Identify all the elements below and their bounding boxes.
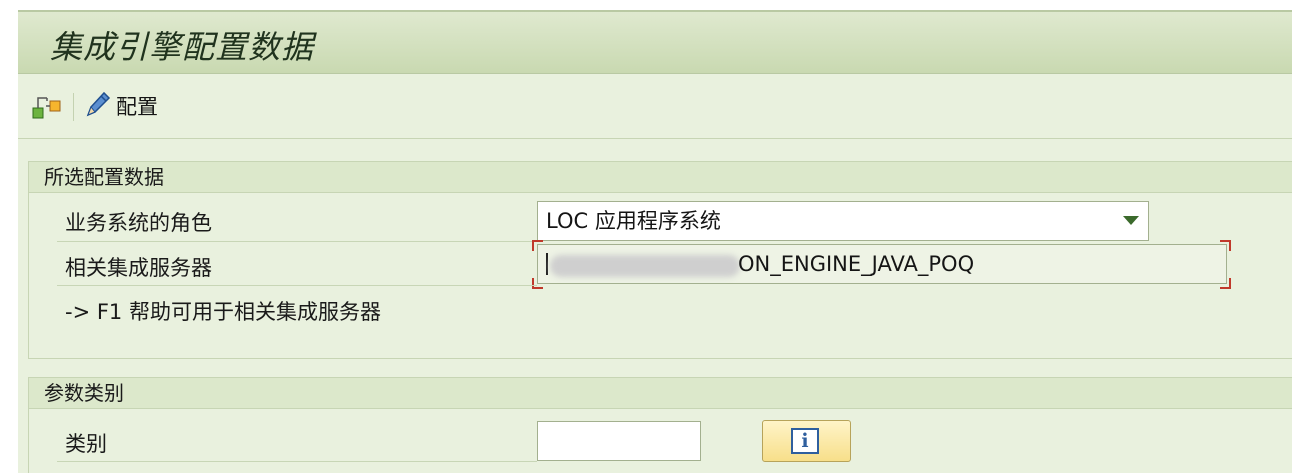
config-button[interactable]: 配置	[84, 90, 158, 122]
app-window: 集成引擎配置数据 配置 所选配置数据 业务系统的角色 LOC 应用程序系统 相关…	[18, 10, 1292, 473]
redacted-text	[550, 255, 740, 277]
title-bar: 集成引擎配置数据	[18, 10, 1292, 74]
row-divider	[57, 241, 537, 242]
row-divider	[57, 285, 537, 286]
error-marker-corner	[1220, 240, 1231, 251]
text-caret	[546, 253, 548, 275]
config-label: 配置	[116, 95, 158, 119]
info-button[interactable]: i	[762, 420, 851, 462]
role-label: 业务系统的角色	[65, 211, 212, 235]
integration-server-value: ON_ENGINE_JAVA_POQ	[738, 252, 975, 276]
category-input[interactable]	[537, 421, 701, 461]
help-text: -> F1 帮助可用于相关集成服务器	[65, 300, 381, 324]
page-title: 集成引擎配置数据	[50, 28, 315, 66]
selected-config-header: 所选配置数据	[29, 162, 1292, 193]
server-label: 相关集成服务器	[65, 256, 212, 280]
category-label: 类别	[65, 432, 107, 456]
toolbar: 配置	[18, 75, 1292, 139]
param-category-group: 参数类别 类别 i	[28, 377, 1292, 473]
row-divider	[57, 461, 537, 462]
error-marker-corner	[1220, 278, 1231, 289]
hierarchy-icon[interactable]	[30, 92, 64, 122]
param-category-header: 参数类别	[29, 378, 1292, 409]
integration-server-input[interactable]: ON_ENGINE_JAVA_POQ	[537, 244, 1227, 284]
selected-config-group: 所选配置数据 业务系统的角色 LOC 应用程序系统 相关集成服务器 ON_ENG…	[28, 161, 1292, 359]
error-marker-corner	[532, 240, 543, 251]
info-icon: i	[791, 428, 819, 454]
chevron-down-icon[interactable]	[1123, 216, 1139, 225]
error-marker-corner	[532, 278, 543, 289]
role-dropdown[interactable]: LOC 应用程序系统	[537, 201, 1149, 241]
role-value: LOC 应用程序系统	[546, 209, 721, 233]
toolbar-separator	[73, 93, 74, 121]
pencil-icon	[84, 89, 112, 124]
